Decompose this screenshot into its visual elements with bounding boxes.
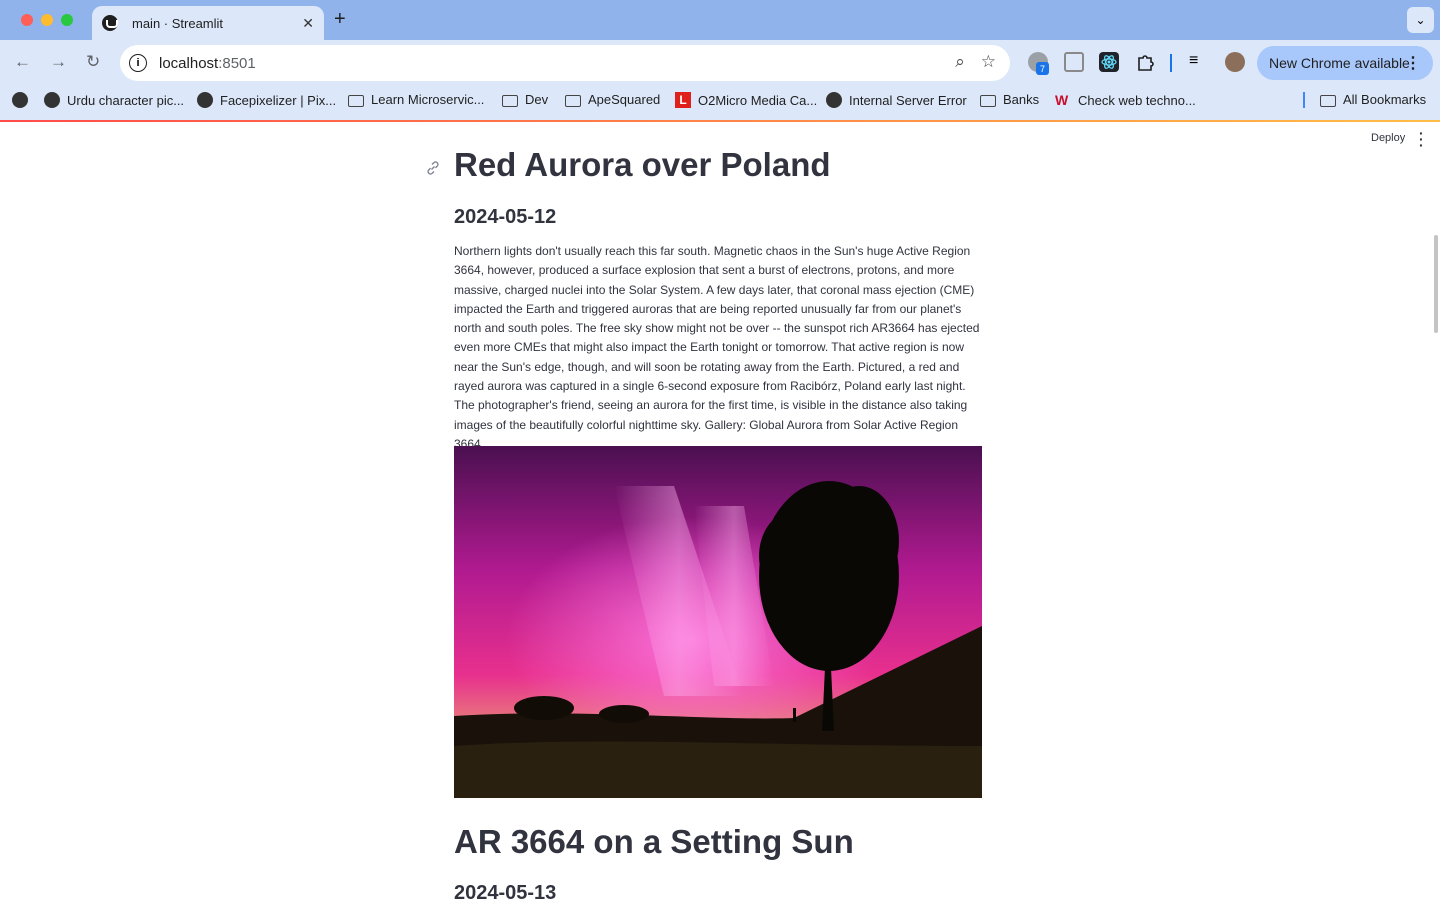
main-menu-icon[interactable]: · · ·: [1419, 126, 1424, 152]
bookmark-star-icon[interactable]: ☆: [981, 52, 996, 72]
folder-icon: [1320, 94, 1336, 107]
l-logo-icon: L: [675, 92, 691, 108]
bookmark-folder[interactable]: Learn Microservic...: [348, 92, 484, 107]
extensions-puzzle-icon[interactable]: [1136, 52, 1156, 72]
aurora-photo: [454, 446, 982, 798]
deploy-button[interactable]: Deploy: [1371, 132, 1405, 144]
extension-icon[interactable]: 7: [1028, 52, 1049, 75]
tab-search-button[interactable]: ⌄: [1407, 7, 1434, 33]
forward-arrow-icon[interactable]: →: [50, 52, 67, 72]
bookmark-globe[interactable]: [12, 92, 35, 108]
bookmark-folder[interactable]: Dev: [502, 92, 548, 107]
folder-icon: [565, 94, 581, 107]
bookmark-item[interactable]: L O2Micro Media Ca...: [675, 92, 817, 108]
bookmark-folder[interactable]: Banks: [980, 92, 1039, 107]
zoom-icon[interactable]: ⌕: [955, 52, 965, 72]
reload-icon[interactable]: ↻: [86, 52, 100, 72]
entry-date: 2024-05-13: [454, 882, 557, 900]
tab-strip: main · Streamlit ✕ + ⌄: [0, 0, 1440, 40]
browser-tab[interactable]: main · Streamlit ✕: [92, 6, 324, 40]
bookmark-item[interactable]: W Check web techno...: [1055, 92, 1196, 108]
new-tab-button[interactable]: +: [334, 8, 346, 31]
folder-icon: [980, 94, 996, 107]
w-logo-icon: W: [1055, 92, 1069, 108]
tab-close-icon[interactable]: ✕: [302, 15, 314, 32]
react-devtools-icon[interactable]: [1099, 52, 1119, 72]
folder-icon: [502, 94, 518, 107]
maximize-window-button[interactable]: [61, 14, 73, 26]
streamlit-favicon-icon: [102, 15, 118, 31]
cast-extension-icon[interactable]: [1064, 52, 1084, 72]
new-chrome-available-button[interactable]: New Chrome available ⋮: [1257, 46, 1433, 80]
minimize-window-button[interactable]: [41, 14, 53, 26]
bookmarks-divider: [1303, 92, 1305, 108]
entry-date: 2024-05-12: [454, 206, 557, 228]
all-bookmarks-folder[interactable]: All Bookmarks: [1320, 92, 1426, 107]
site-info-icon[interactable]: i: [129, 54, 147, 72]
streamlit-app: Deploy · · · Red Aurora over Poland 2024-0…: [0, 122, 1440, 900]
entry-title: Red Aurora over Poland: [454, 146, 831, 183]
bookmark-item[interactable]: Urdu character pic...: [44, 92, 184, 108]
media-controls-icon[interactable]: ≡: [1189, 52, 1209, 72]
profile-avatar[interactable]: [1225, 52, 1245, 72]
update-button-label: New Chrome available: [1269, 55, 1410, 71]
anchor-link-icon[interactable]: [424, 159, 442, 177]
back-arrow-icon[interactable]: ←: [14, 52, 31, 72]
scrollbar-thumb[interactable]: [1434, 235, 1438, 333]
bookmark-item[interactable]: Facepixelizer | Pix...: [197, 92, 336, 108]
toolbar-divider: [1170, 54, 1172, 72]
globe-icon: [826, 92, 842, 108]
tab-title: main · Streamlit: [132, 15, 224, 31]
globe-icon: [197, 92, 213, 108]
folder-icon: [348, 94, 364, 107]
extension-badge: 7: [1036, 62, 1049, 75]
globe-icon: [12, 92, 28, 108]
globe-icon: [44, 92, 60, 108]
chrome-menu-icon[interactable]: ⋮: [1405, 53, 1421, 73]
address-bar[interactable]: i localhost:8501 ⌕ ☆: [120, 45, 1010, 81]
bookmark-folder[interactable]: ApeSquared: [565, 92, 660, 107]
close-window-button[interactable]: [21, 14, 33, 26]
entry-title: AR 3664 on a Setting Sun: [454, 823, 854, 860]
entry-explanation: Northern lights don't usually reach this…: [454, 244, 980, 451]
url-text[interactable]: localhost:8501: [159, 55, 256, 72]
bookmark-item[interactable]: Internal Server Error: [826, 92, 967, 108]
